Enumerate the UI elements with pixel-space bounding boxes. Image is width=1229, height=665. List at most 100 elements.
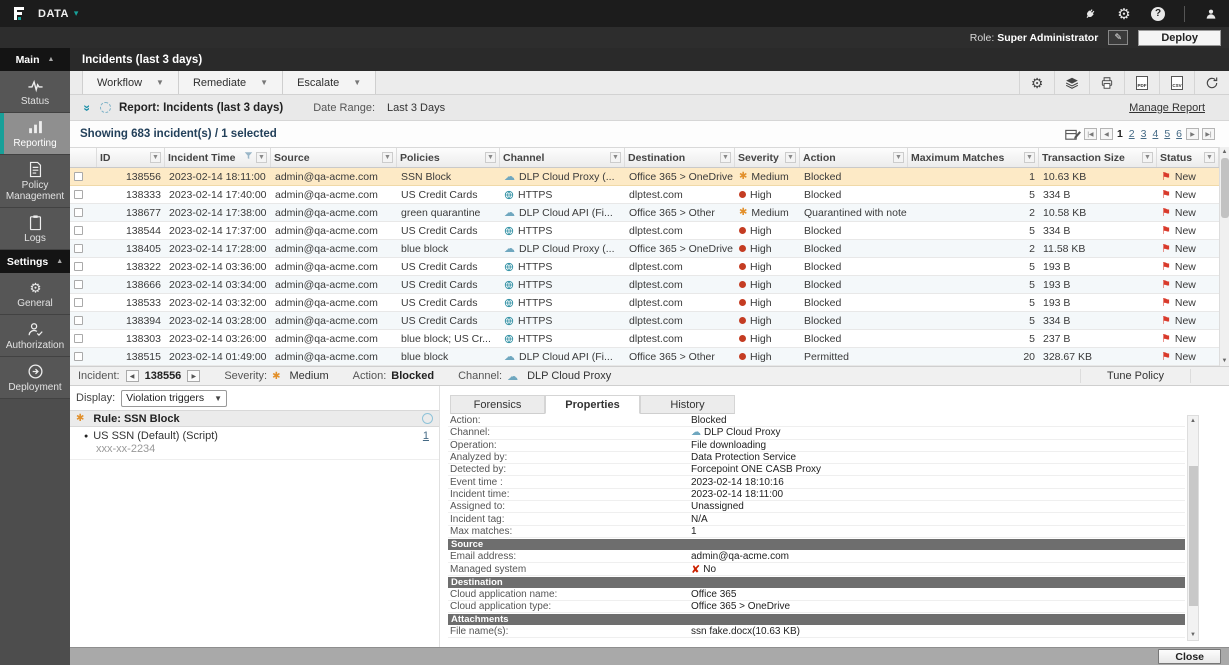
cell-policies: blue block bbox=[397, 348, 500, 365]
export-csv-icon[interactable]: CSV bbox=[1159, 71, 1194, 94]
table-row[interactable]: 1384052023-02-14 17:28:00admin@qa-acme.c… bbox=[70, 240, 1219, 258]
properties-scrollbar[interactable]: ▲ ▼ bbox=[1187, 415, 1199, 641]
close-button[interactable]: Close bbox=[1158, 649, 1221, 664]
row-checkbox[interactable] bbox=[74, 226, 83, 235]
table-row[interactable]: 1383032023-02-14 03:26:00admin@qa-acme.c… bbox=[70, 330, 1219, 348]
scroll-thumb[interactable] bbox=[1221, 158, 1229, 218]
last-page-button[interactable]: ▶| bbox=[1202, 128, 1215, 140]
row-checkbox[interactable] bbox=[74, 208, 83, 217]
menu-button-escalate[interactable]: Escalate▼ bbox=[283, 71, 376, 94]
page-number-4[interactable]: 4 bbox=[1151, 128, 1159, 140]
row-checkbox[interactable] bbox=[74, 352, 83, 361]
filter-icon[interactable] bbox=[244, 151, 253, 164]
column-menu-icon[interactable]: ▼ bbox=[893, 152, 904, 163]
scroll-up-icon[interactable]: ▲ bbox=[1190, 416, 1196, 426]
tune-policy-button[interactable]: Tune Policy bbox=[1080, 369, 1191, 383]
display-select[interactable]: Violation triggers▼ bbox=[121, 390, 227, 407]
trigger-row[interactable]: ● US SSN (Default) (Script) 1 bbox=[70, 427, 439, 442]
toolbar-icons: ⚙ PDF CSV bbox=[1019, 71, 1229, 94]
scroll-thumb[interactable] bbox=[1189, 466, 1198, 606]
deployment-status-icon[interactable]: ✎ bbox=[1108, 30, 1128, 45]
row-checkbox[interactable] bbox=[74, 334, 83, 343]
scroll-down-icon[interactable]: ▼ bbox=[1222, 356, 1228, 366]
page-number-3[interactable]: 3 bbox=[1140, 128, 1148, 140]
first-page-button[interactable]: |◀ bbox=[1084, 128, 1097, 140]
date-range-value[interactable]: Last 3 Days bbox=[387, 102, 445, 114]
column-menu-icon[interactable]: ▼ bbox=[256, 152, 267, 163]
product-menu[interactable]: DATA bbox=[38, 8, 69, 20]
flag-icon: ⚑ bbox=[1161, 170, 1171, 183]
table-scrollbar[interactable]: ▲ ▼ bbox=[1219, 147, 1229, 366]
plug-icon[interactable] bbox=[1082, 6, 1098, 22]
next-page-button[interactable]: ▶ bbox=[1186, 128, 1199, 140]
menu-button-remediate[interactable]: Remediate▼ bbox=[179, 71, 283, 94]
column-menu-icon[interactable]: ▼ bbox=[610, 152, 621, 163]
table-row[interactable]: 1383942023-02-14 03:28:00admin@qa-acme.c… bbox=[70, 312, 1219, 330]
sidebar-item-authorization[interactable]: Authorization bbox=[0, 315, 70, 357]
status-text: New bbox=[1175, 315, 1196, 327]
row-checkbox[interactable] bbox=[74, 280, 83, 289]
page-number-2[interactable]: 2 bbox=[1128, 128, 1136, 140]
help-icon[interactable]: ? bbox=[1150, 6, 1166, 22]
page-number-5[interactable]: 5 bbox=[1163, 128, 1171, 140]
prev-page-button[interactable]: ◀ bbox=[1100, 128, 1113, 140]
export-pdf-icon[interactable]: PDF bbox=[1124, 71, 1159, 94]
cell-transaction-size: 237 B bbox=[1039, 330, 1157, 347]
manage-report-link[interactable]: Manage Report bbox=[1129, 102, 1205, 114]
tab-history[interactable]: History bbox=[640, 395, 735, 414]
row-checkbox[interactable] bbox=[74, 244, 83, 253]
sidebar-item-policy-management[interactable]: Policy Management bbox=[0, 155, 70, 208]
column-menu-icon[interactable]: ▼ bbox=[720, 152, 731, 163]
column-menu-icon[interactable]: ▼ bbox=[382, 152, 393, 163]
table-row[interactable]: 1386772023-02-14 17:38:00admin@qa-acme.c… bbox=[70, 204, 1219, 222]
column-menu-icon[interactable]: ▼ bbox=[485, 152, 496, 163]
scroll-down-icon[interactable]: ▼ bbox=[1190, 630, 1196, 640]
table-row[interactable]: 1385152023-02-14 01:49:00admin@qa-acme.c… bbox=[70, 348, 1219, 366]
deploy-button[interactable]: Deploy bbox=[1138, 30, 1221, 46]
row-checkbox[interactable] bbox=[74, 190, 83, 199]
sidebar-item-status[interactable]: Status bbox=[0, 71, 70, 113]
tab-properties[interactable]: Properties bbox=[545, 395, 640, 414]
chevron-down-icon[interactable]: ▾ bbox=[74, 8, 79, 19]
cell-action: Blocked bbox=[800, 168, 908, 185]
table-row[interactable]: 1385332023-02-14 03:32:00admin@qa-acme.c… bbox=[70, 294, 1219, 312]
prev-incident-button[interactable]: ◀ bbox=[126, 370, 139, 382]
next-incident-button[interactable]: ▶ bbox=[187, 370, 200, 382]
sidebar-section-main[interactable]: Main▲ bbox=[0, 48, 70, 71]
table-row[interactable]: 1383222023-02-14 03:36:00admin@qa-acme.c… bbox=[70, 258, 1219, 276]
collapse-report-icon[interactable]: « bbox=[79, 102, 93, 114]
print-icon[interactable] bbox=[1089, 71, 1124, 94]
sidebar-section-settings[interactable]: Settings▲ bbox=[0, 250, 70, 273]
column-menu-icon[interactable]: ▼ bbox=[1024, 152, 1035, 163]
column-menu-icon[interactable]: ▼ bbox=[150, 152, 161, 163]
trigger-count-link[interactable]: 1 bbox=[423, 430, 431, 442]
table-row[interactable]: 1386662023-02-14 03:34:00admin@qa-acme.c… bbox=[70, 276, 1219, 294]
table-settings-icon[interactable]: ⚙ bbox=[1019, 71, 1054, 94]
table-row[interactable]: 1385562023-02-14 18:11:00admin@qa-acme.c… bbox=[70, 168, 1219, 186]
menu-button-workflow[interactable]: Workflow▼ bbox=[82, 71, 179, 94]
sidebar-item-deployment[interactable]: Deployment bbox=[0, 357, 70, 399]
tab-forensics[interactable]: Forensics bbox=[450, 395, 545, 414]
page-number-1[interactable]: 1 bbox=[1116, 128, 1124, 140]
go-to-page-icon[interactable] bbox=[1065, 128, 1081, 141]
scroll-up-icon[interactable]: ▲ bbox=[1222, 147, 1228, 157]
column-menu-icon[interactable]: ▼ bbox=[785, 152, 796, 163]
gear-icon[interactable]: ⚙ bbox=[1116, 6, 1132, 22]
sidebar-item-reporting[interactable]: Reporting bbox=[0, 113, 70, 155]
sidebar-item-general[interactable]: ⚙General bbox=[0, 273, 70, 315]
sidebar-item-logs[interactable]: Logs bbox=[0, 208, 70, 250]
column-menu-icon[interactable]: ▼ bbox=[1142, 152, 1153, 163]
user-account-icon[interactable] bbox=[1203, 6, 1219, 22]
column-menu-icon[interactable]: ▼ bbox=[1204, 152, 1215, 163]
table-row[interactable]: 1385442023-02-14 17:37:00admin@qa-acme.c… bbox=[70, 222, 1219, 240]
page-number-6[interactable]: 6 bbox=[1175, 128, 1183, 140]
pulse-icon bbox=[27, 77, 44, 94]
refresh-icon[interactable] bbox=[1194, 71, 1229, 94]
row-checkbox[interactable] bbox=[74, 316, 83, 325]
row-checkbox[interactable] bbox=[74, 172, 83, 181]
layers-icon[interactable] bbox=[1054, 71, 1089, 94]
table-row[interactable]: 1383332023-02-14 17:40:00admin@qa-acme.c… bbox=[70, 186, 1219, 204]
row-checkbox[interactable] bbox=[74, 262, 83, 271]
row-checkbox[interactable] bbox=[74, 298, 83, 307]
rule-status-icon[interactable] bbox=[422, 413, 433, 424]
